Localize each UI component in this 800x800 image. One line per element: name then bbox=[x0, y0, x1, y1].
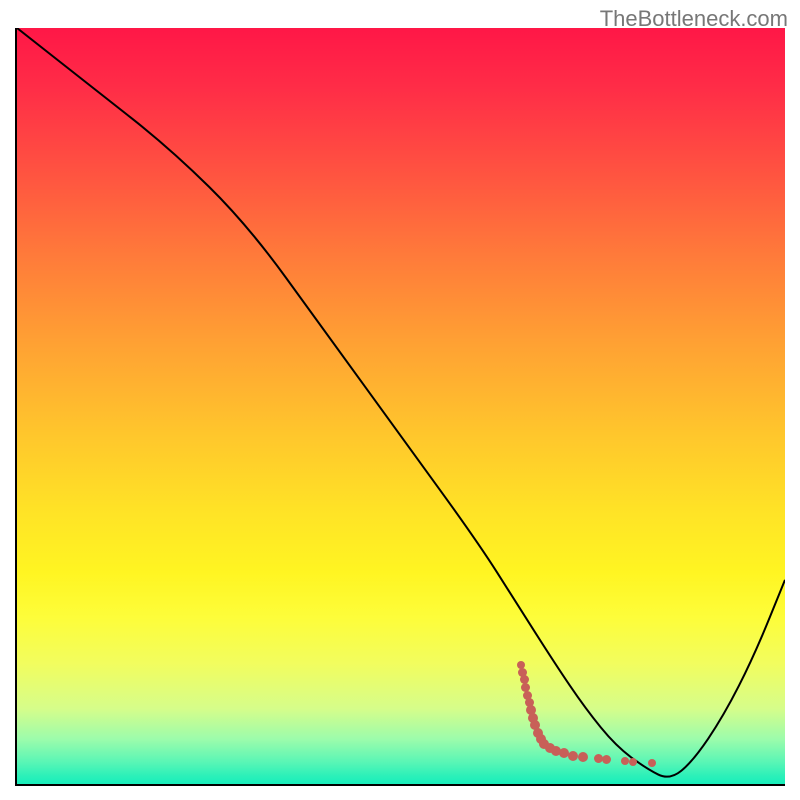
marker-dot bbox=[648, 759, 656, 767]
marker-dot bbox=[578, 752, 588, 762]
marker-dot bbox=[602, 755, 611, 764]
watermark-text: TheBottleneck.com bbox=[600, 6, 788, 32]
marker-dot bbox=[629, 758, 637, 766]
chart-plot-area bbox=[15, 28, 785, 786]
chart-marker-layer bbox=[17, 28, 785, 784]
marker-dot bbox=[568, 751, 578, 761]
